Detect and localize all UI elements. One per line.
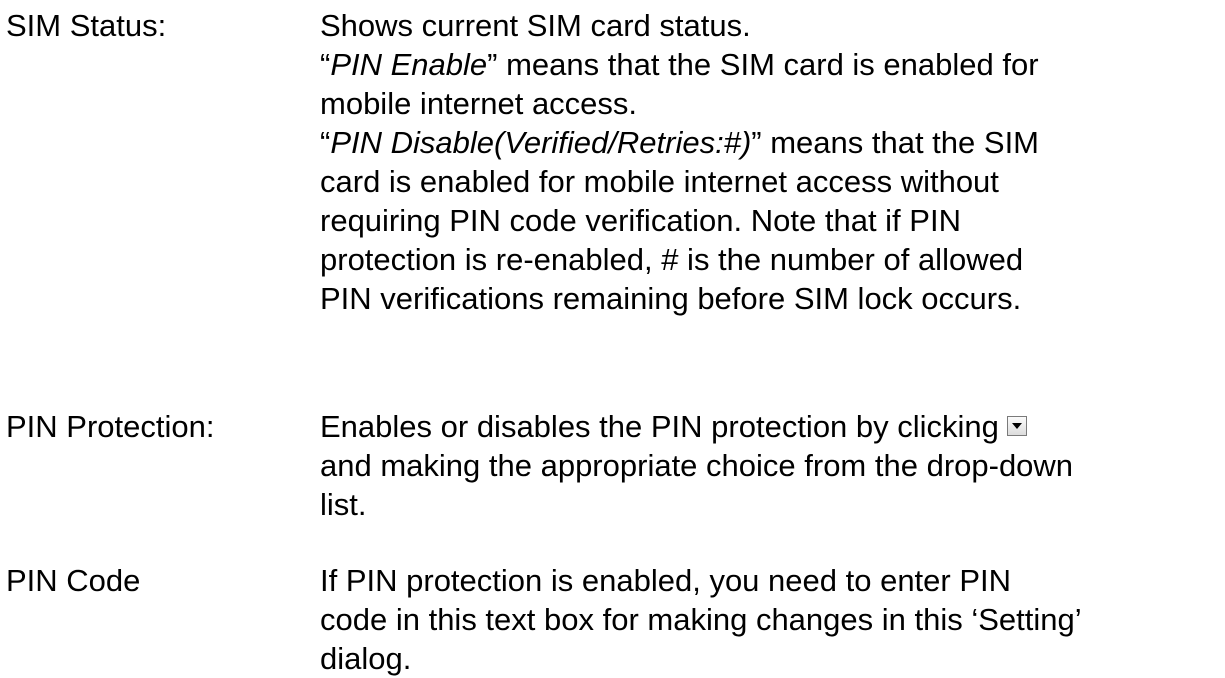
description-line: list. bbox=[320, 487, 367, 522]
term-label: PIN Code bbox=[6, 563, 141, 598]
description-line: Shows current SIM card status. bbox=[320, 8, 751, 43]
description-line: Enables or disables the PIN protection b… bbox=[320, 407, 1200, 446]
term-description: If PIN protection is enabled, you need t… bbox=[320, 561, 1200, 678]
status-value-pin-disable: PIN Disable(Verified/Retries:#) bbox=[330, 125, 752, 160]
description-line: PIN verifications remaining before SIM l… bbox=[320, 281, 1022, 316]
description-line: code in this text box for making changes… bbox=[320, 602, 1082, 637]
description-line: mobile internet access. bbox=[320, 86, 638, 121]
term-label: PIN Protection: bbox=[6, 409, 215, 444]
term-description: Enables or disables the PIN protection b… bbox=[320, 407, 1200, 524]
term-description: Shows current SIM card status. “PIN Enab… bbox=[320, 6, 1200, 318]
line-text: Enables or disables the PIN protection b… bbox=[320, 409, 999, 444]
description-line: and making the appropriate choice from t… bbox=[320, 448, 1074, 483]
term-label: SIM Status: bbox=[6, 8, 167, 43]
status-value-pin-enable: PIN Enable bbox=[330, 47, 488, 82]
description-line: requiring PIN code verification. Note th… bbox=[320, 203, 961, 238]
dropdown-arrow-icon bbox=[1006, 416, 1027, 436]
line-text: ” means that the SIM card is enabled for bbox=[487, 47, 1039, 82]
document-page: SIM Status: Shows current SIM card statu… bbox=[0, 0, 1225, 676]
description-line: If PIN protection is enabled, you need t… bbox=[320, 563, 1012, 598]
line-text: ” means that the SIM bbox=[751, 125, 1039, 160]
description-line: “PIN Disable(Verified/Retries:#)” means … bbox=[320, 123, 1200, 162]
description-line: protection is re-enabled, # is the numbe… bbox=[320, 242, 1024, 277]
description-line: dialog. bbox=[320, 641, 412, 676]
description-line: “PIN Enable” means that the SIM card is … bbox=[320, 45, 1200, 84]
description-line: card is enabled for mobile internet acce… bbox=[320, 164, 999, 199]
open-quote: “ bbox=[320, 125, 331, 160]
open-quote: “ bbox=[320, 47, 331, 82]
